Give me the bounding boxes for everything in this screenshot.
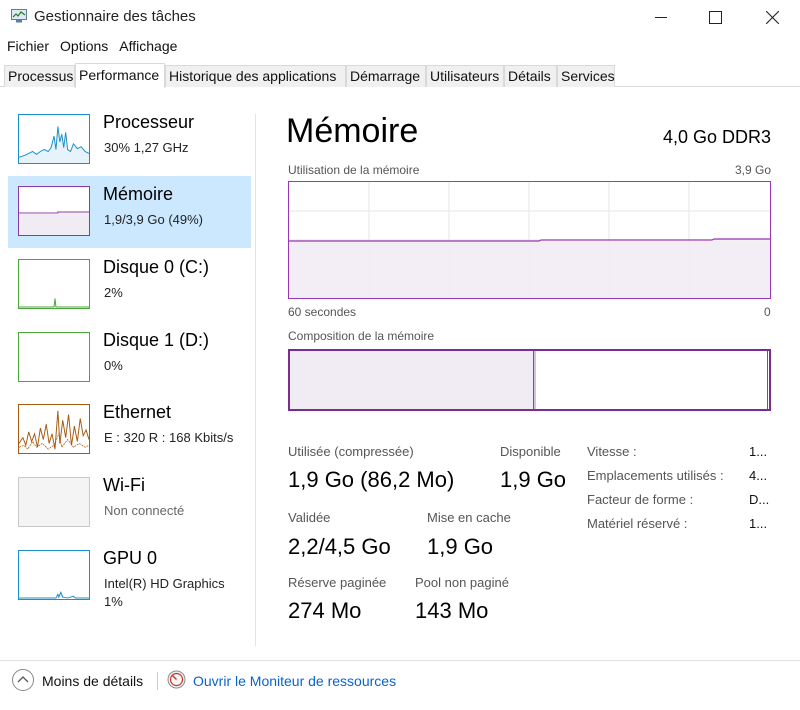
usage-graph-min: 0 [764,305,771,319]
sidebar-divider [255,114,256,646]
footer-divider [157,672,158,690]
cached-value: 1,9 Go [427,534,494,559]
resource-value: 2% [104,285,123,300]
slots-used-value: 4... [749,468,768,483]
chevron-up-icon[interactable] [12,669,34,691]
nonpaged-pool-label: Pool non paginé [415,575,509,590]
resource-ethernet[interactable]: Ethernet E : 320 R : 168 Kbits/s [8,394,251,466]
used-label: Utilisée (compressée) [288,444,414,459]
memory-composition-bar [288,349,771,411]
resource-name: Wi-Fi [103,475,145,495]
committed-value: 2,2/4,5 Go [288,534,391,559]
memory-thumbnail-graph [18,186,90,236]
used-value: 1,9 Go (86,2 Mo) [288,467,455,492]
speed-value: 1... [749,444,768,459]
hardware-reserved-label: Matériel réservé : [587,516,688,531]
disk1-thumbnail-graph [18,332,90,382]
tab-bar: Processus Performance Historique des app… [0,63,800,88]
menu-view[interactable]: Affichage [115,36,184,58]
available-value: 1,9 Go [500,467,567,492]
resource-name: Mémoire [103,184,174,204]
resource-name: Disque 0 (C:) [103,257,210,277]
available-label: Disponible [500,444,561,459]
tab-startup[interactable]: Démarrage [346,65,426,87]
resource-name: Processeur [103,112,195,132]
composition-standby [536,351,768,409]
resource-wifi[interactable]: Wi-Fi Non connecté [8,467,251,539]
resource-name: Disque 1 (D:) [103,330,210,350]
form-factor-value: D... [749,492,770,507]
disk0-thumbnail-graph [18,259,90,309]
menu-file[interactable]: Fichier [0,36,56,58]
resource-cpu[interactable]: Processeur 30% 1,27 GHz [8,104,251,176]
committed-label: Validée [288,510,331,525]
cpu-thumbnail-graph [18,114,90,164]
resource-value: Non connecté [104,503,185,518]
composition-label: Composition de la mémoire [288,329,435,343]
cached-label: Mise en cache [427,510,511,525]
menu-options[interactable]: Options [56,36,115,58]
slots-used-label: Emplacements utilisés : [587,468,724,483]
memory-spec: 4,0 Go DDR3 [662,127,771,147]
tab-processes[interactable]: Processus [4,65,75,87]
resource-disk-0[interactable]: Disque 0 (C:) 2% [8,249,251,321]
close-button[interactable] [749,0,795,34]
page-title: Mémoire [286,112,419,150]
composition-in-use [290,351,534,409]
wifi-thumbnail-graph [18,477,90,527]
footer: Moins de détails Ouvrir le Moniteur de r… [0,660,800,700]
resource-disk-1[interactable]: Disque 1 (D:) 0% [8,322,251,394]
resource-value: E : 320 R : 168 Kbits/s [104,430,234,445]
usage-graph-label: Utilisation de la mémoire [288,163,420,177]
paged-pool-value: 274 Mo [288,598,362,623]
resource-name: Ethernet [103,402,172,422]
tab-services[interactable]: Services [557,65,615,87]
resource-gpu[interactable]: GPU 0 Intel(R) HD Graphics 1% [8,540,251,612]
tab-users[interactable]: Utilisateurs [426,65,504,87]
resource-monitor-icon [167,670,186,689]
usage-graph-time: 60 secondes [288,305,357,319]
fewer-details-button[interactable]: Moins de détails [42,673,143,689]
ethernet-thumbnail-graph [18,404,90,454]
resource-name: GPU 0 [103,548,158,568]
maximize-icon [708,10,722,24]
gpu-thumbnail-graph [18,550,90,600]
tab-details[interactable]: Détails [504,65,557,87]
minimize-button[interactable] [638,0,684,34]
title-bar: Gestionnaire des tâches [0,0,800,34]
resource-value: Intel(R) HD Graphics [104,576,225,591]
minimize-icon [655,17,667,18]
speed-label: Vitesse : [587,444,637,459]
usage-fill [289,241,770,298]
task-manager-icon [11,9,27,23]
resource-memory[interactable]: Mémoire 1,9/3,9 Go (49%) [8,176,251,248]
memory-usage-graph [288,181,771,299]
tab-performance[interactable]: Performance [75,63,165,88]
hardware-reserved-value: 1... [749,516,768,531]
resource-value: 1,9/3,9 Go (49%) [104,212,203,227]
resource-list: Processeur 30% 1,27 GHz Mémoire 1,9/3,9 … [0,104,256,644]
tab-app-history[interactable]: Historique des applications [165,65,346,87]
paged-pool-label: Réserve paginée [288,575,387,590]
maximize-button[interactable] [692,0,738,34]
resource-usage: 1% [104,594,123,609]
menu-bar: Fichier Options Affichage [0,36,184,58]
open-resource-monitor-link[interactable]: Ouvrir le Moniteur de ressources [193,673,396,689]
usage-graph-max: 3,9 Go [735,163,772,177]
close-icon [765,10,779,24]
resource-value: 30% 1,27 GHz [104,140,189,155]
form-factor-label: Facteur de forme : [587,492,694,507]
nonpaged-pool-value: 143 Mo [415,598,489,623]
window-title: Gestionnaire des tâches [34,8,196,25]
resource-value: 0% [104,358,123,373]
